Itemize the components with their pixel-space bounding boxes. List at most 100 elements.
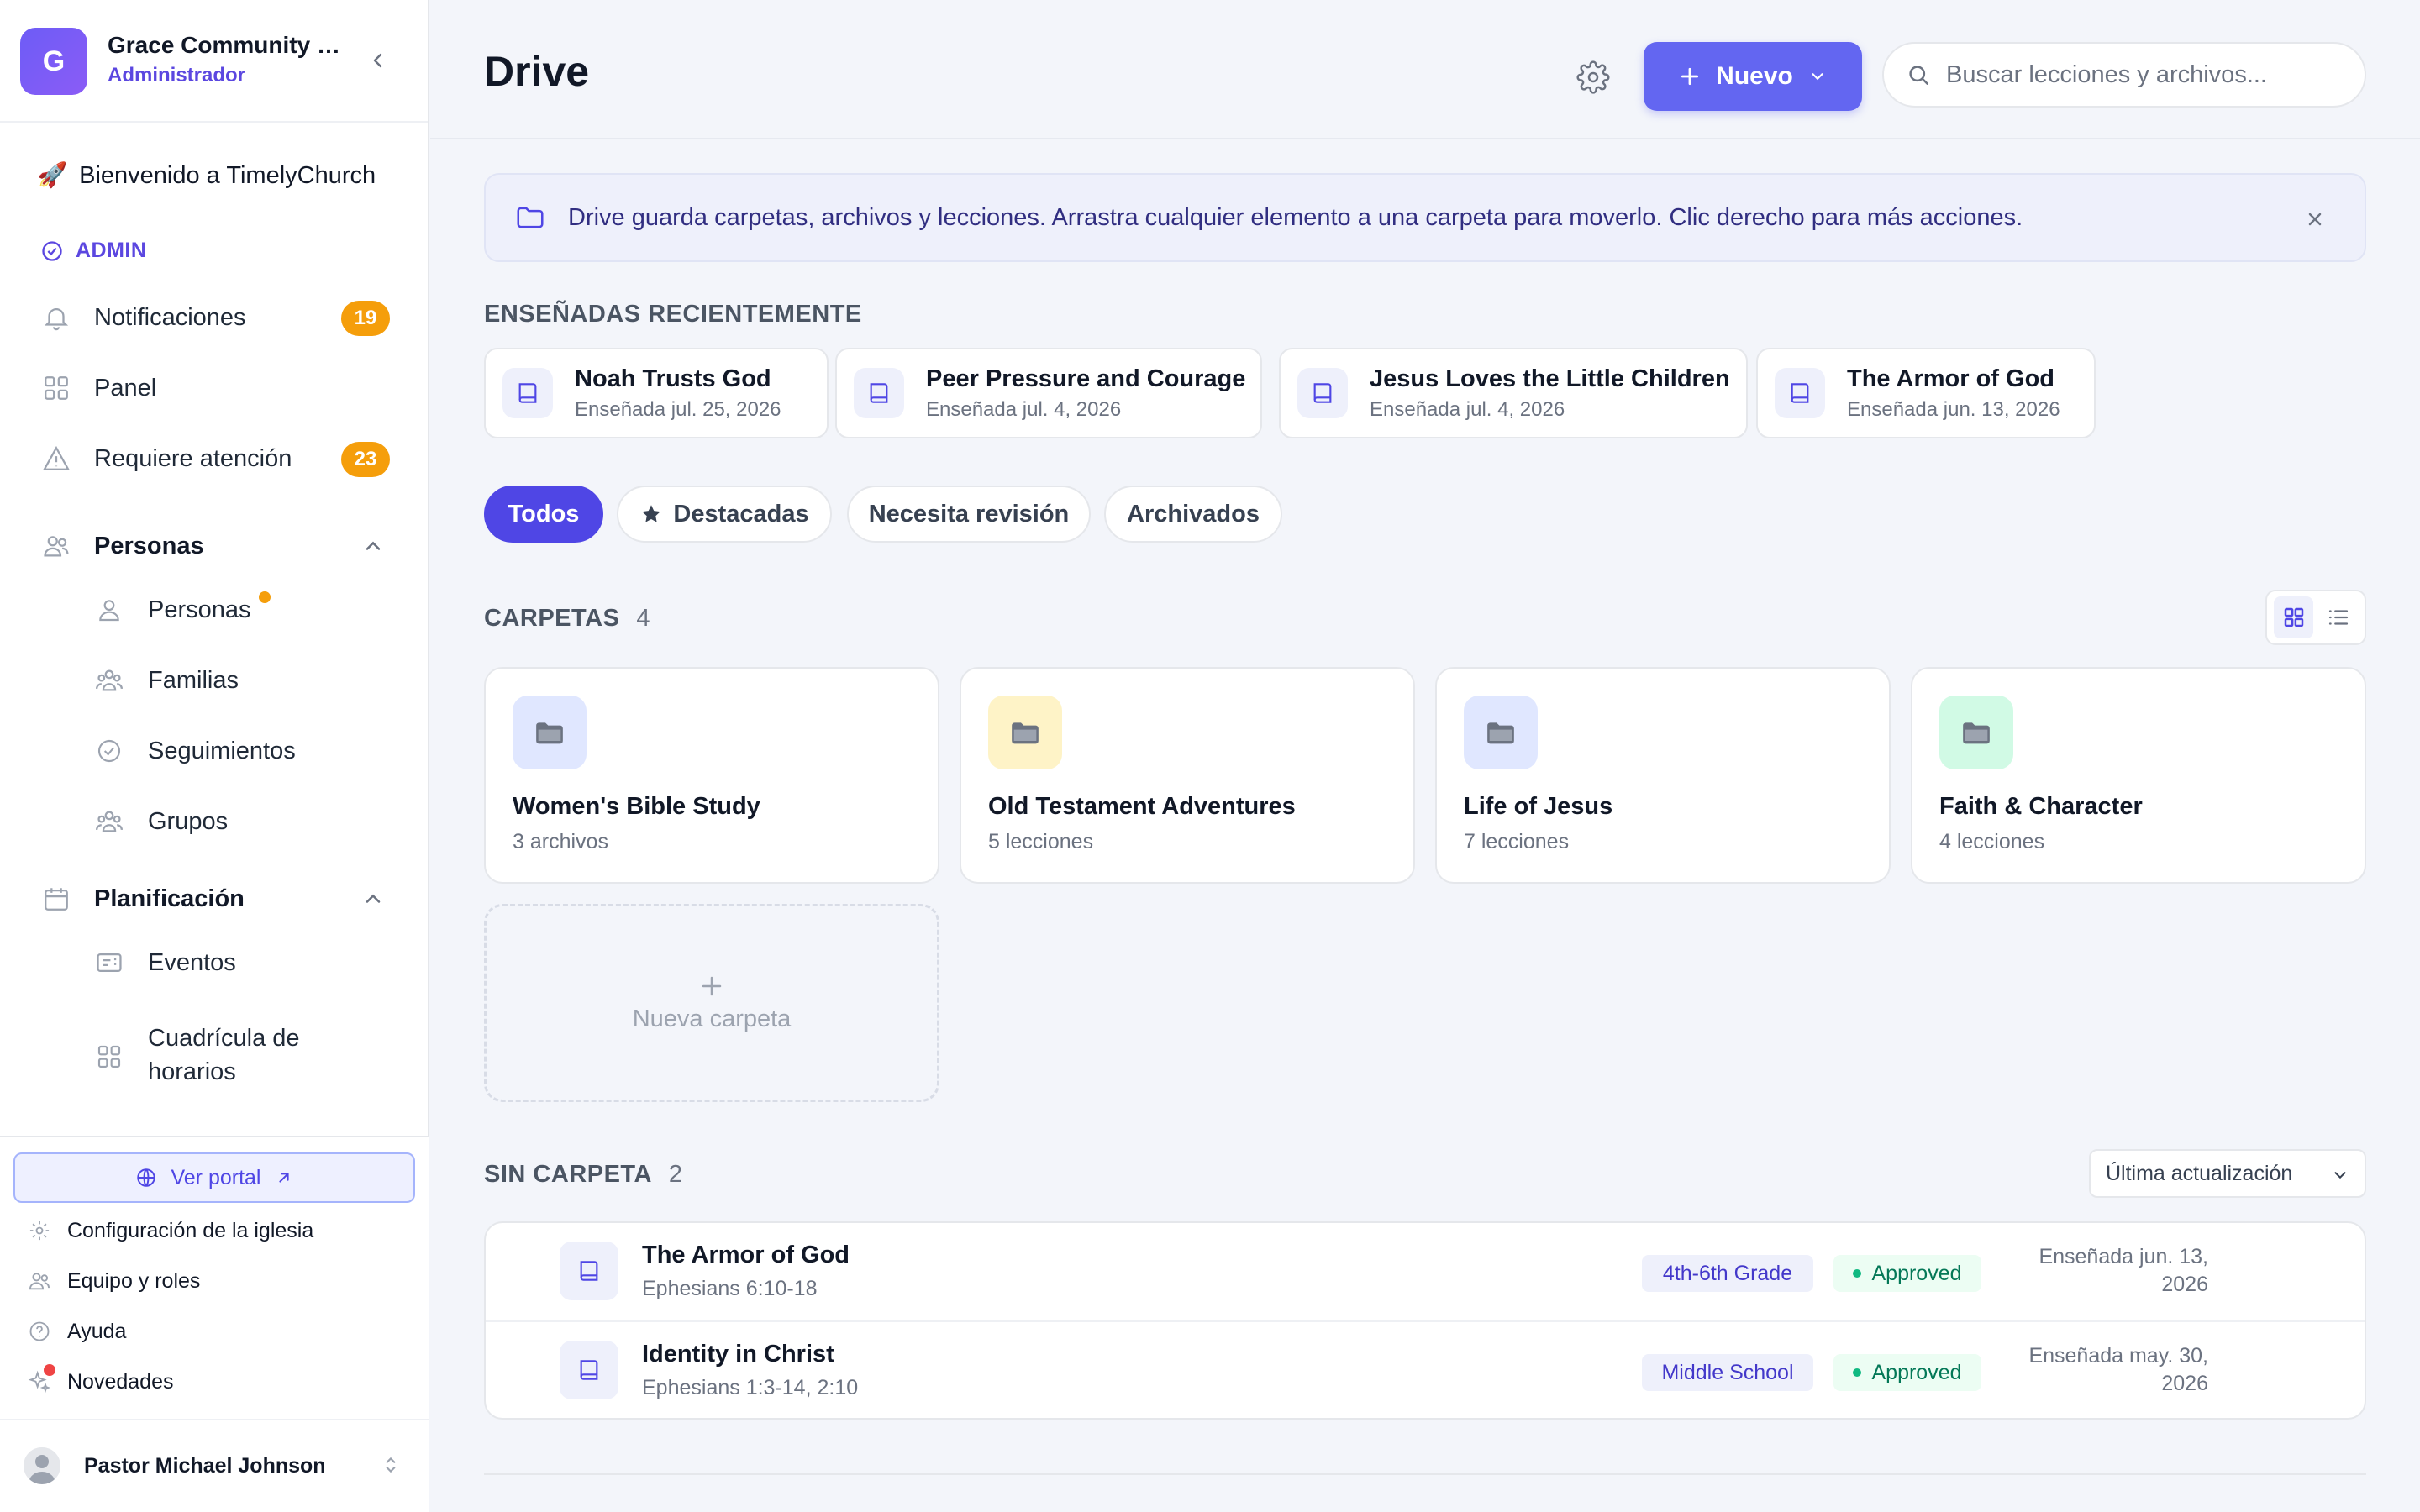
whats-new-link[interactable]: Novedades xyxy=(27,1364,173,1394)
lesson-row[interactable]: Identity in Christ Ephesians 1:3-14, 2:1… xyxy=(486,1322,2365,1418)
sidebar-item-eventos[interactable]: Eventos xyxy=(91,944,393,981)
sort-select[interactable]: Última actualización xyxy=(2089,1149,2366,1198)
view-portal-button[interactable]: Ver portal xyxy=(13,1152,415,1203)
calendar-icon xyxy=(37,879,76,918)
folder-count: 7 lecciones xyxy=(1464,830,1570,853)
sort-select-value: Última actualización xyxy=(2106,1161,2293,1185)
recent-lesson-card[interactable]: Peer Pressure and Courage Enseñada jul. … xyxy=(835,348,1262,438)
org-name[interactable]: Grace Community Church xyxy=(108,32,351,59)
sidebar-item-schedule-grid[interactable]: Cuadrícula de horarios xyxy=(91,1021,393,1089)
folder-name: Women's Bible Study xyxy=(513,793,760,820)
folder-icon xyxy=(988,696,1062,769)
new-folder-label: Nueva carpeta xyxy=(632,1005,792,1032)
attention-badge: 23 xyxy=(341,442,390,477)
org-logo[interactable]: G xyxy=(20,28,87,95)
filter-needs-review-label: Necesita revisión xyxy=(868,500,1070,528)
status-dot xyxy=(1853,1368,1862,1377)
recent-lesson-date: Enseñada jul. 25, 2026 xyxy=(575,397,781,421)
page-title: Drive xyxy=(484,48,590,95)
folder-card[interactable]: Women's Bible Study 3 archivos xyxy=(484,667,939,884)
lesson-scripture: Ephesians 6:10-18 xyxy=(642,1277,818,1300)
close-banner-button[interactable] xyxy=(2302,207,2328,232)
recent-lesson-card[interactable]: The Armor of God Enseñada jun. 13, 2026 xyxy=(1756,348,2096,438)
globe-icon xyxy=(137,1168,156,1187)
planning-section-label: Planificación xyxy=(94,885,245,912)
folder-count: 3 archivos xyxy=(513,830,608,853)
recent-lesson-card[interactable]: Noah Trusts God Enseñada jul. 25, 2026 xyxy=(484,348,829,438)
search-input[interactable] xyxy=(1946,60,2349,89)
sidebar-section-people[interactable]: Personas xyxy=(37,521,390,571)
sidebar-item-personas[interactable]: Personas xyxy=(91,591,393,628)
sidebar-item-familias[interactable]: Familias xyxy=(91,662,393,699)
grade-badge: Middle School xyxy=(1642,1354,1813,1391)
familias-label: Familias xyxy=(148,666,239,694)
org-role: Administrador xyxy=(108,64,246,87)
external-link-icon xyxy=(278,1173,289,1183)
taught-date-line2: 2026 xyxy=(2161,1371,2208,1395)
recent-lesson-title: The Armor of God xyxy=(1847,365,2055,392)
user-menu[interactable]: Pastor Michael Johnson xyxy=(0,1419,429,1512)
folder-card[interactable]: Faith & Character 4 lecciones xyxy=(1911,667,2366,884)
new-button-label: Nuevo xyxy=(1716,62,1793,90)
filter-featured[interactable]: Destacadas xyxy=(617,486,832,543)
status-badge: Approved xyxy=(1833,1255,1981,1292)
new-folder-button[interactable]: Nueva carpeta xyxy=(484,904,939,1102)
church-settings-link[interactable]: Configuración de la iglesia xyxy=(27,1218,313,1243)
sidebar-section-planning[interactable]: Planificación xyxy=(37,874,390,924)
sidebar-footer: Ver portal Configuración de la iglesia E… xyxy=(0,1136,429,1512)
notifications-label: Notificaciones xyxy=(94,303,246,331)
filter-all[interactable]: Todos xyxy=(484,486,603,543)
chevron-up-icon xyxy=(366,894,381,903)
recent-lesson-date: Enseñada jun. 13, 2026 xyxy=(1847,397,2060,421)
collapse-sidebar-button[interactable] xyxy=(363,45,393,76)
book-icon xyxy=(1297,368,1348,418)
users-icon xyxy=(37,527,76,565)
lesson-taught-date: Enseñada jun. 13, 2026 xyxy=(1990,1243,2208,1298)
warning-icon xyxy=(37,439,76,478)
drive-settings-button[interactable] xyxy=(1573,57,1613,97)
filter-all-label: Todos xyxy=(508,500,580,528)
sidebar-item-welcome[interactable]: 🚀 Bienvenido a TimelyChurch xyxy=(37,161,376,190)
recent-lesson-card[interactable]: Jesus Loves the Little Children Enseñada… xyxy=(1279,348,1748,438)
filter-archived-label: Archivados xyxy=(1127,500,1260,528)
sidebar-nav: 🚀 Bienvenido a TimelyChurch ADMIN Notifi… xyxy=(0,123,429,1136)
sidebar-item-attention[interactable]: Requiere atención 23 xyxy=(37,433,390,484)
new-indicator-dot xyxy=(44,1364,55,1376)
folder-name: Life of Jesus xyxy=(1464,793,1613,820)
check-circle-icon xyxy=(91,732,128,769)
plus-icon xyxy=(702,976,722,995)
folder-name: Old Testament Adventures xyxy=(988,793,1296,820)
search-icon xyxy=(1909,66,1928,85)
info-banner-text: Drive guarda carpetas, archivos y leccio… xyxy=(568,203,2023,231)
list-view-button[interactable] xyxy=(2318,596,2358,638)
sidebar-item-grupos[interactable]: Grupos xyxy=(91,803,393,840)
grid-view-button[interactable] xyxy=(2274,596,2313,638)
grid-icon xyxy=(2284,607,2303,627)
sidebar-item-notifications[interactable]: Notificaciones 19 xyxy=(37,292,390,343)
sidebar-item-seguimientos[interactable]: Seguimientos xyxy=(91,732,393,769)
sidebar-item-panel[interactable]: Panel xyxy=(37,363,390,413)
team-roles-link[interactable]: Equipo y roles xyxy=(27,1268,200,1294)
search-box[interactable] xyxy=(1882,42,2366,108)
new-button[interactable]: Nuevo xyxy=(1644,42,1862,111)
folder-count: 5 lecciones xyxy=(988,830,1094,853)
recent-section-label: ENSEÑADAS RECIENTEMENTE xyxy=(484,301,862,328)
welcome-label: Bienvenido a TimelyChurch xyxy=(79,161,376,189)
check-circle-icon xyxy=(42,240,62,261)
users-icon xyxy=(27,1268,52,1294)
ticket-icon xyxy=(91,944,128,981)
grid-icon xyxy=(91,1038,128,1075)
filter-needs-review[interactable]: Necesita revisión xyxy=(847,486,1091,543)
unfiled-count: 2 xyxy=(668,1161,683,1188)
folder-icon xyxy=(517,207,544,228)
family-icon xyxy=(91,662,128,699)
lesson-row[interactable]: The Armor of God Ephesians 6:10-18 4th-6… xyxy=(486,1223,2365,1322)
folder-card[interactable]: Old Testament Adventures 5 lecciones xyxy=(960,667,1415,884)
folder-card[interactable]: Life of Jesus 7 lecciones xyxy=(1435,667,1891,884)
filter-archived[interactable]: Archivados xyxy=(1104,486,1282,543)
attention-label: Requiere atención xyxy=(94,444,292,472)
lesson-scripture: Ephesians 1:3-14, 2:10 xyxy=(642,1376,859,1399)
seguimientos-label: Seguimientos xyxy=(148,737,296,764)
help-link[interactable]: Ayuda xyxy=(27,1319,126,1344)
close-icon xyxy=(2308,213,2322,226)
